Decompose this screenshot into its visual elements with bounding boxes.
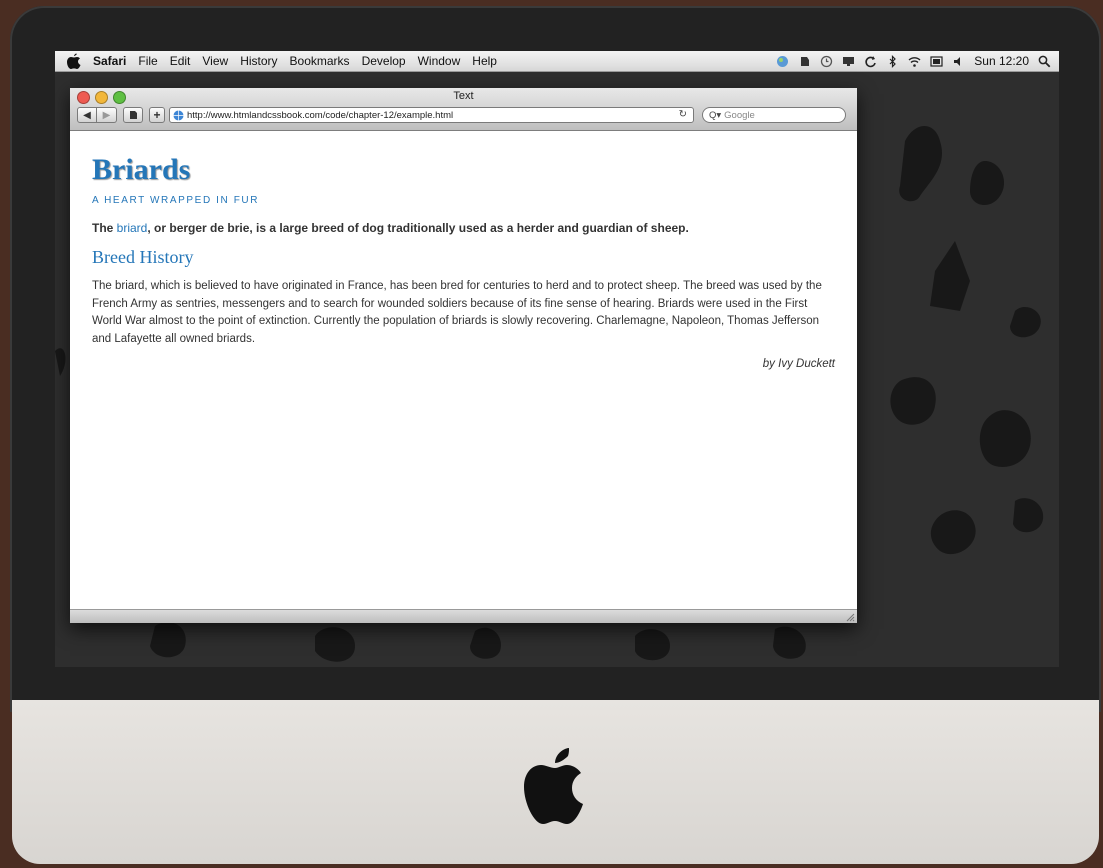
volume-icon[interactable] bbox=[952, 55, 965, 68]
spotlight-search-icon[interactable] bbox=[1038, 55, 1051, 68]
forward-arrow-icon: ▶ bbox=[102, 109, 111, 121]
evernote-icon[interactable] bbox=[798, 55, 811, 68]
back-arrow-icon: ◀ bbox=[83, 109, 91, 121]
menubar-status-area: Sun 12:20 bbox=[776, 51, 1051, 71]
intro-paragraph: The briard, or berger de brie, is a larg… bbox=[92, 221, 835, 235]
resize-grip-icon[interactable] bbox=[845, 612, 855, 622]
forward-button[interactable]: ▶ bbox=[97, 107, 117, 123]
menu-file[interactable]: File bbox=[138, 54, 157, 68]
apple-logo-icon bbox=[524, 748, 583, 824]
page-title: Briards bbox=[92, 153, 191, 186]
menu-edit[interactable]: Edit bbox=[170, 54, 191, 68]
section-heading: Breed History bbox=[92, 247, 194, 267]
reload-icon[interactable]: ↻ bbox=[679, 109, 687, 120]
briard-link[interactable]: briard bbox=[117, 221, 148, 235]
sync-icon[interactable] bbox=[864, 55, 877, 68]
intro-prefix: The bbox=[92, 221, 117, 235]
menu-develop[interactable]: Develop bbox=[362, 54, 406, 68]
window-titlebar[interactable]: Text ◀ ▶ + http://www.htmlandcssbook.com… bbox=[70, 88, 857, 131]
menu-view[interactable]: View bbox=[202, 54, 228, 68]
display-icon[interactable] bbox=[842, 55, 855, 68]
plus-icon: + bbox=[153, 108, 161, 122]
browser-toolbar: ◀ ▶ + http://www.htmlandcssbook.com/code… bbox=[77, 106, 851, 124]
site-globe-icon bbox=[173, 110, 184, 120]
input-menu-icon[interactable] bbox=[930, 55, 943, 68]
window-statusbar bbox=[70, 609, 857, 623]
google-search-field[interactable]: Q▾ Google bbox=[702, 107, 846, 123]
search-magnifier-icon: Q▾ bbox=[709, 109, 722, 121]
menu-history[interactable]: History bbox=[240, 54, 277, 68]
wifi-icon[interactable] bbox=[908, 55, 921, 68]
intro-suffix: , or berger de brie, is a large breed of… bbox=[147, 221, 689, 235]
time-machine-icon[interactable] bbox=[820, 55, 833, 68]
page-content: Briards A HEART WRAPPED IN FUR The briar… bbox=[70, 131, 857, 370]
globe-status-icon[interactable] bbox=[776, 55, 789, 68]
safari-window: Text ◀ ▶ + http://www.htmlandcssbook.com… bbox=[70, 88, 857, 623]
mac-menubar: Safari File Edit View History Bookmarks … bbox=[55, 51, 1059, 72]
desktop-screen: Safari File Edit View History Bookmarks … bbox=[55, 51, 1059, 667]
evernote-elephant-icon bbox=[130, 111, 137, 119]
menu-window[interactable]: Window bbox=[418, 54, 461, 68]
bluetooth-icon[interactable] bbox=[886, 54, 899, 68]
menubar-clock[interactable]: Sun 12:20 bbox=[974, 54, 1029, 68]
author-byline: by Ivy Duckett bbox=[762, 358, 835, 370]
menu-app-name[interactable]: Safari bbox=[93, 54, 126, 68]
search-placeholder: Google bbox=[724, 109, 755, 121]
window-title: Text bbox=[453, 90, 474, 102]
address-url: http://www.htmlandcssbook.com/code/chapt… bbox=[187, 109, 454, 121]
menu-bookmarks[interactable]: Bookmarks bbox=[290, 54, 350, 68]
address-bar[interactable]: http://www.htmlandcssbook.com/code/chapt… bbox=[169, 107, 694, 123]
back-button[interactable]: ◀ bbox=[77, 107, 97, 123]
evernote-button[interactable] bbox=[123, 107, 143, 123]
apple-menu-icon[interactable] bbox=[67, 53, 81, 69]
back-forward-group: ◀ ▶ bbox=[77, 107, 117, 123]
menu-help[interactable]: Help bbox=[472, 54, 497, 68]
page-subtitle: A HEART WRAPPED IN FUR bbox=[92, 195, 260, 206]
history-paragraph: The briard, which is believed to have or… bbox=[92, 280, 822, 345]
add-bookmark-button[interactable]: + bbox=[149, 107, 165, 123]
